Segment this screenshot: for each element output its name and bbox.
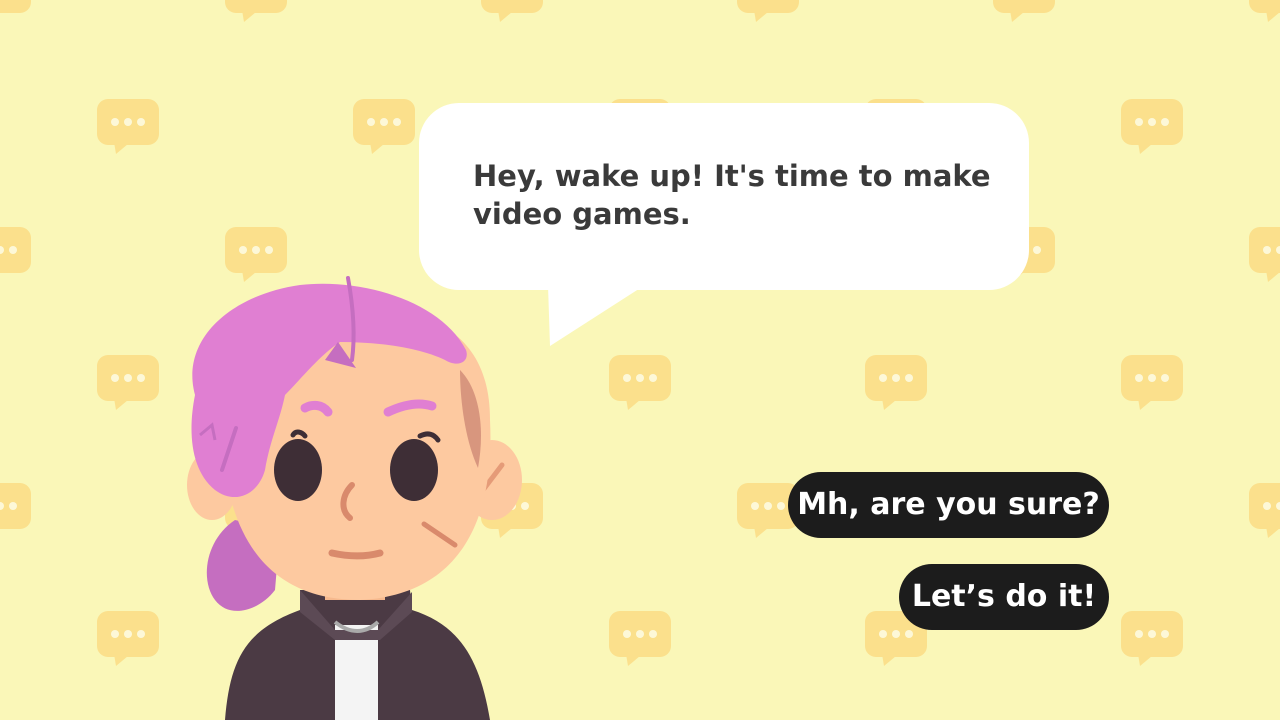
speech-bubble-icon [609, 611, 671, 666]
speech-bubble-icon [1121, 99, 1183, 154]
speech-bubble-icon [97, 355, 159, 410]
dialogue-bubble: Hey, wake up! It's time to make video ga… [419, 103, 1029, 290]
speech-bubble-icon [353, 99, 415, 154]
speech-bubble-icon [865, 355, 927, 410]
choice-button-unsure[interactable]: Mh, are you sure? [788, 472, 1109, 538]
speech-bubble-icon [993, 0, 1055, 22]
speech-bubble-icon [1249, 0, 1280, 22]
speech-bubble-icon [0, 0, 31, 22]
speech-bubble-icon [1121, 611, 1183, 666]
speech-bubble-icon [737, 0, 799, 22]
speech-bubble-icon [0, 483, 31, 538]
speech-bubble-icon [97, 611, 159, 666]
dialogue-text: Hey, wake up! It's time to make video ga… [473, 159, 991, 231]
speech-bubble-icon [97, 99, 159, 154]
speech-bubble-icon [1121, 355, 1183, 410]
speech-bubble-icon [1249, 227, 1280, 282]
character-eye-right [390, 439, 438, 501]
choice-button-lets-do-it[interactable]: Let’s do it! [899, 564, 1109, 630]
character-portrait [187, 276, 522, 720]
character-eye-left [274, 439, 322, 501]
speech-bubble-icon [481, 0, 543, 22]
speech-bubble-icon [609, 355, 671, 410]
speech-bubble-icon [0, 227, 31, 282]
character-mouth [328, 549, 384, 560]
speech-bubble-icon [225, 0, 287, 22]
speech-bubble-icon [1249, 483, 1280, 538]
